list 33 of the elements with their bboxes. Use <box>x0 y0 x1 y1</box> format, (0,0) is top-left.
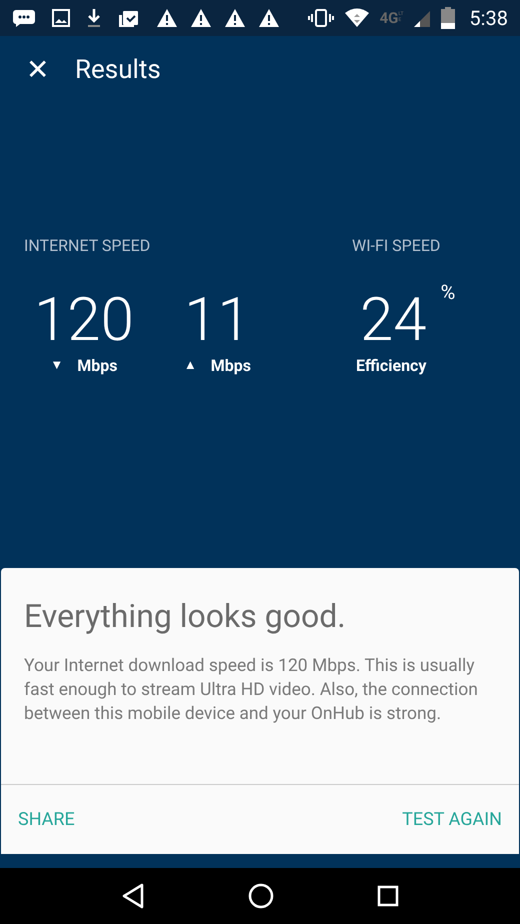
network-type-text: 4G <box>380 10 398 26</box>
image-icon <box>52 9 70 27</box>
card-body: Your Internet download speed is 120 Mbps. This is usually fast enough to stream Ultra HD video. Also, the connection between this mobile device and your OnHub is strong. <box>23 655 479 726</box>
home-icon[interactable] <box>248 883 274 909</box>
warning-icon <box>190 8 212 28</box>
speed-value: 24 <box>359 288 427 352</box>
action-button[interactable]: TEST AGAIN <box>402 798 502 841</box>
recents-icon[interactable] <box>376 885 399 907</box>
page-title: Results <box>75 54 161 86</box>
warning-icon <box>224 8 246 28</box>
wifi-icon <box>344 8 370 28</box>
action-button[interactable]: SHARE <box>18 798 75 841</box>
unit-label: Mbps <box>77 355 118 377</box>
speed-value: 120 <box>34 288 134 352</box>
warning-icon <box>156 8 178 28</box>
arrow-glyph: ▼ <box>50 357 64 376</box>
battery-icon <box>441 7 456 29</box>
unit-label: Mbps <box>210 355 251 377</box>
card-title: Everything looks good. <box>23 596 347 636</box>
clipboard-check-icon <box>118 8 140 28</box>
warning-icon <box>258 8 280 28</box>
section-label: WI-FI SPEED <box>352 235 442 257</box>
vibrate-icon <box>308 8 334 28</box>
download-icon <box>86 8 102 28</box>
clock-text: 5:38 <box>469 5 508 32</box>
back-icon[interactable] <box>121 883 146 909</box>
percent-sign: % <box>440 282 456 302</box>
message-icon <box>12 8 36 28</box>
speed-value: 11 <box>184 288 251 352</box>
unit-label: Efficiency <box>356 355 426 377</box>
arrow-glyph: ▲ <box>184 357 197 376</box>
close-button[interactable]: ✕ <box>26 56 49 84</box>
section-label: INTERNET SPEED <box>24 235 152 257</box>
